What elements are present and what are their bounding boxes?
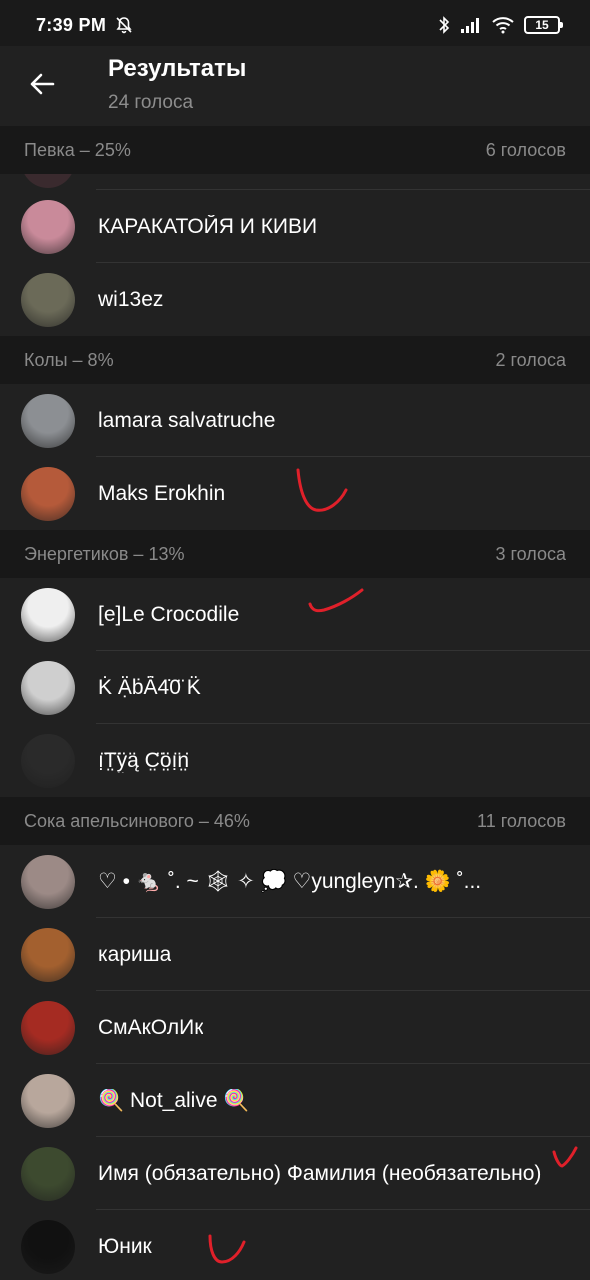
voter-name: K̇ Ạ̈ḃȦ̈4̇0̈ K̈ xyxy=(98,675,201,699)
vote-count: 24 голоса xyxy=(108,92,194,113)
list-item[interactable]: кариша xyxy=(0,918,590,991)
avatar xyxy=(21,660,75,715)
avatar xyxy=(21,272,75,327)
avatar xyxy=(21,587,75,642)
section-header: Энергетиков – 13% 3 голоса xyxy=(0,530,590,578)
section-label: Колы – 8% xyxy=(24,349,114,370)
voter-name: 🍭 Not_alive 🍭 xyxy=(98,1088,250,1112)
app-header: Результаты 24 голоса xyxy=(0,46,590,126)
avatar xyxy=(21,927,75,982)
section-header: Сока апельсинового – 46% 11 голосов xyxy=(0,797,590,845)
voter-name: wi13ez xyxy=(98,287,164,311)
avatar xyxy=(21,1073,75,1128)
list-item[interactable]: wi13ez xyxy=(0,263,590,336)
voter-name: lamara salvatruche xyxy=(98,408,276,432)
bluetooth-icon xyxy=(439,16,450,34)
voter-name: Имя (обязательно) Фамилия (необязательно… xyxy=(98,1161,542,1185)
section-header: Певка – 25% 6 голосов xyxy=(0,126,590,174)
voter-name: ♡ • 🐁 ˚. ~ 🕸 ✧ 💭 ♡yungleyn✰. 🌼 ˚... xyxy=(98,870,482,893)
section-count: 3 голоса xyxy=(495,543,566,564)
voter-name: Юник xyxy=(98,1234,152,1258)
section-label: Певка – 25% xyxy=(24,139,131,160)
list-item[interactable]: [e]Le Crocodile xyxy=(0,578,590,651)
status-time: 7:39 PM xyxy=(36,15,107,35)
list-item[interactable]: Имя (обязательно) Фамилия (необязательно… xyxy=(0,1137,590,1210)
avatar xyxy=(21,174,75,188)
list-item[interactable]: Юник xyxy=(0,1210,590,1280)
status-icons: 15 xyxy=(438,14,563,36)
list-item[interactable]: Maks Erokhin xyxy=(0,457,590,530)
avatar xyxy=(21,1146,75,1201)
wifi-icon xyxy=(492,17,514,34)
list-item[interactable]: lamara salvatruche xyxy=(0,384,590,457)
mute-icon xyxy=(116,17,132,34)
list-item[interactable]: K̇ Ạ̈ḃȦ̈4̇0̈ K̈ xyxy=(0,651,590,724)
section-count: 11 голосов xyxy=(477,810,566,831)
voter-name: ı̣̈T̤̈ÿ̤ą̈ C̤̈ö̤ı̣̈n̤̈ xyxy=(98,748,190,772)
battery-level: 15 xyxy=(535,18,549,32)
voter-name: кариша xyxy=(98,942,172,966)
avatar xyxy=(21,854,75,909)
list-item[interactable]: ♡ • 🐁 ˚. ~ 🕸 ✧ 💭 ♡yungleyn✰. 🌼 ˚... xyxy=(0,845,590,918)
voter-name: Maks Erokhin xyxy=(98,481,226,505)
voter-name: СмАкОлИк xyxy=(98,1015,204,1039)
section-count: 6 голосов xyxy=(485,139,566,160)
list-item[interactable] xyxy=(0,174,590,190)
list-item[interactable]: 🍭 Not_alive 🍭 xyxy=(0,1064,590,1137)
list-item[interactable]: ı̣̈T̤̈ÿ̤ą̈ C̤̈ö̤ı̣̈n̤̈ xyxy=(0,724,590,797)
arrow-left-icon xyxy=(30,73,55,95)
page-title: Результаты xyxy=(108,55,247,82)
list-item[interactable]: КАРАКАТОЙЯ И КИВИ xyxy=(0,190,590,263)
avatar xyxy=(21,1000,75,1055)
list-item[interactable]: СмАкОлИк xyxy=(0,991,590,1064)
avatar xyxy=(21,1219,75,1274)
section-count: 2 голоса xyxy=(495,349,566,370)
voter-name: [e]Le Crocodile xyxy=(98,602,240,626)
avatar xyxy=(21,733,75,788)
battery-icon: 15 xyxy=(524,16,563,34)
status-bar: 7:39 PM 15 xyxy=(0,0,590,46)
back-button[interactable] xyxy=(20,62,64,106)
avatar xyxy=(21,199,75,254)
section-header: Колы – 8% 2 голоса xyxy=(0,336,590,384)
voter-name: КАРАКАТОЙЯ И КИВИ xyxy=(98,214,318,238)
signal-icon xyxy=(461,18,479,33)
results-list[interactable]: Певка – 25% 6 голосов КАРАКАТОЙЯ И КИВИ … xyxy=(0,126,590,1280)
avatar xyxy=(21,393,75,448)
section-label: Энергетиков – 13% xyxy=(24,543,185,564)
section-label: Сока апельсинового – 46% xyxy=(24,810,250,831)
avatar xyxy=(21,466,75,521)
